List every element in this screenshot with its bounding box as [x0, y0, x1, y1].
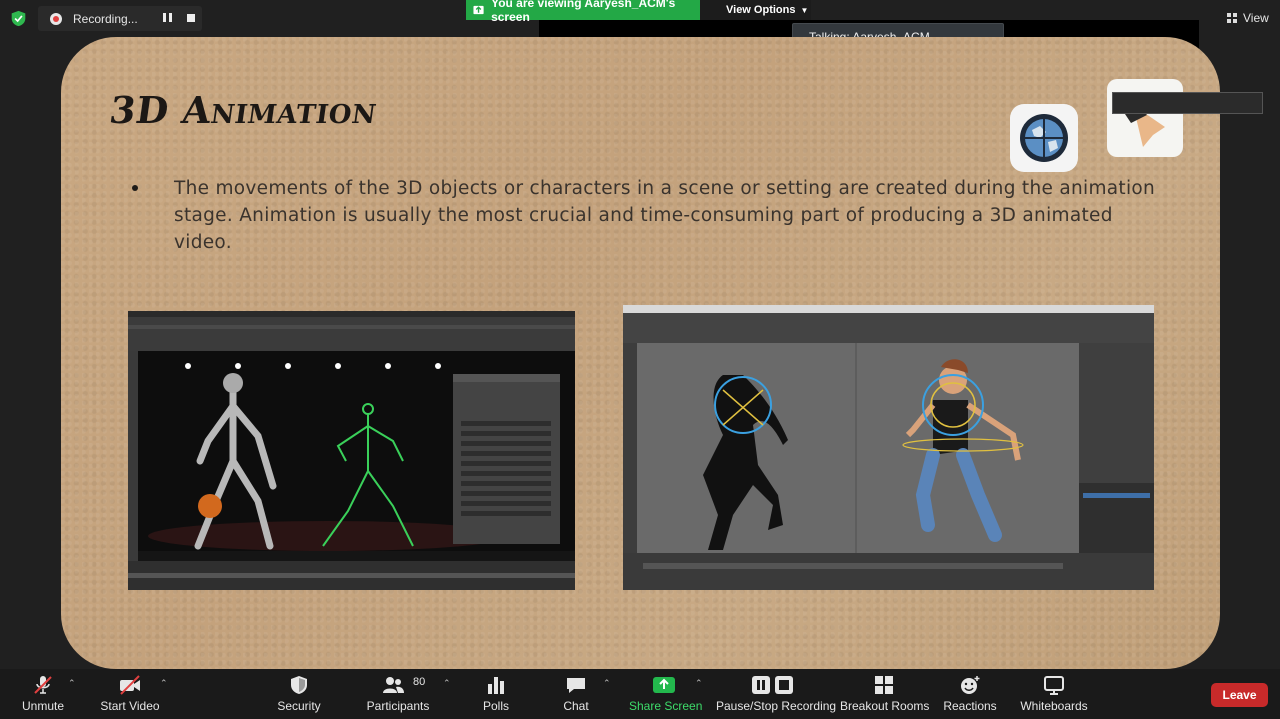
unmute-label: Unmute [21, 699, 65, 713]
recording-label: Recording... [73, 11, 138, 26]
chat-bubble-icon [567, 678, 585, 693]
pause-stop-recording-icon [752, 676, 793, 694]
polls-label: Polls [482, 699, 509, 713]
view-options-label: View Options [726, 4, 796, 16]
viewing-screen-banner: You are viewing Aaryesh_ACM's screen [466, 0, 700, 24]
pause-stop-recording-label: Pause/Stop Recording [716, 699, 837, 713]
participants-icon [382, 677, 404, 693]
maya-character-screenshot [623, 305, 1154, 590]
shield-icon [291, 676, 307, 694]
video-tile-strip [1112, 92, 1263, 114]
breakout-rooms-label: Breakout Rooms [840, 699, 930, 713]
reactions-button[interactable]: Reactions [942, 669, 998, 719]
recording-indicator: Recording... [38, 6, 202, 31]
share-options-caret-icon[interactable]: ⌃ [695, 678, 703, 689]
stop-recording-icon[interactable] [187, 14, 195, 22]
screen-share-icon [473, 5, 484, 15]
share-screen-icon [653, 677, 675, 693]
bullet-point [132, 185, 138, 191]
participants-options-caret-icon[interactable]: ⌃ [443, 678, 451, 689]
view-layout-button[interactable]: View [1227, 11, 1269, 25]
reactions-label: Reactions [943, 699, 997, 713]
participants-label: Participants [366, 699, 430, 713]
unmute-button[interactable]: Unmute [14, 669, 72, 719]
participants-button[interactable]: 80 Participants [366, 669, 430, 719]
start-video-label: Start Video [100, 699, 160, 713]
polls-chart-icon [488, 677, 504, 694]
view-label: View [1243, 11, 1269, 25]
reactions-smiley-icon [961, 676, 980, 694]
slide-body-text: The movements of the 3D objects or chara… [174, 178, 1156, 253]
participants-count: 80 [413, 676, 426, 688]
polls-button[interactable]: Polls [476, 669, 516, 719]
security-label: Security [277, 699, 321, 713]
share-screen-button[interactable]: Share Screen [629, 669, 703, 719]
chevron-down-icon: ▼ [800, 5, 809, 15]
chat-button[interactable]: Chat [558, 669, 594, 719]
whiteboards-label: Whiteboards [1020, 699, 1088, 713]
recording-dot-icon [50, 12, 62, 25]
slide-title: 3D Animation [106, 88, 380, 132]
meeting-toolbar: Unmute ⌃ Start Video ⌃ Security 80 Parti… [0, 669, 1280, 719]
leave-button[interactable]: Leave [1211, 683, 1268, 707]
zoom-meeting-window: Recording... You are viewing Aaryesh_ACM… [0, 0, 1280, 719]
start-video-button[interactable]: Start Video [98, 669, 162, 719]
chat-options-caret-icon[interactable]: ⌃ [603, 678, 611, 689]
pause-recording-icon[interactable] [163, 13, 173, 23]
breakout-rooms-icon [875, 676, 893, 694]
chat-label: Chat [563, 699, 589, 713]
whiteboard-icon [1044, 676, 1064, 695]
whiteboards-button[interactable]: Whiteboards [1018, 669, 1090, 719]
muted-microphone-icon [34, 676, 52, 694]
encryption-shield-icon[interactable] [10, 10, 27, 27]
mouse-sticker-icon [1103, 75, 1187, 161]
view-options-dropdown[interactable]: View Options ▼ [700, 0, 811, 20]
video-off-icon [120, 675, 140, 695]
breakout-rooms-button[interactable]: Breakout Rooms [840, 669, 930, 719]
video-options-caret-icon[interactable]: ⌃ [160, 678, 168, 689]
audio-options-caret-icon[interactable]: ⌃ [68, 678, 76, 689]
maya-mocap-screenshot [128, 311, 575, 590]
grid-view-icon [1227, 13, 1237, 23]
globe-sticker-icon [1010, 104, 1078, 172]
pause-stop-recording-button[interactable]: Pause/Stop Recording [716, 669, 837, 719]
security-button[interactable]: Security [272, 669, 326, 719]
share-screen-label: Share Screen [629, 699, 703, 713]
